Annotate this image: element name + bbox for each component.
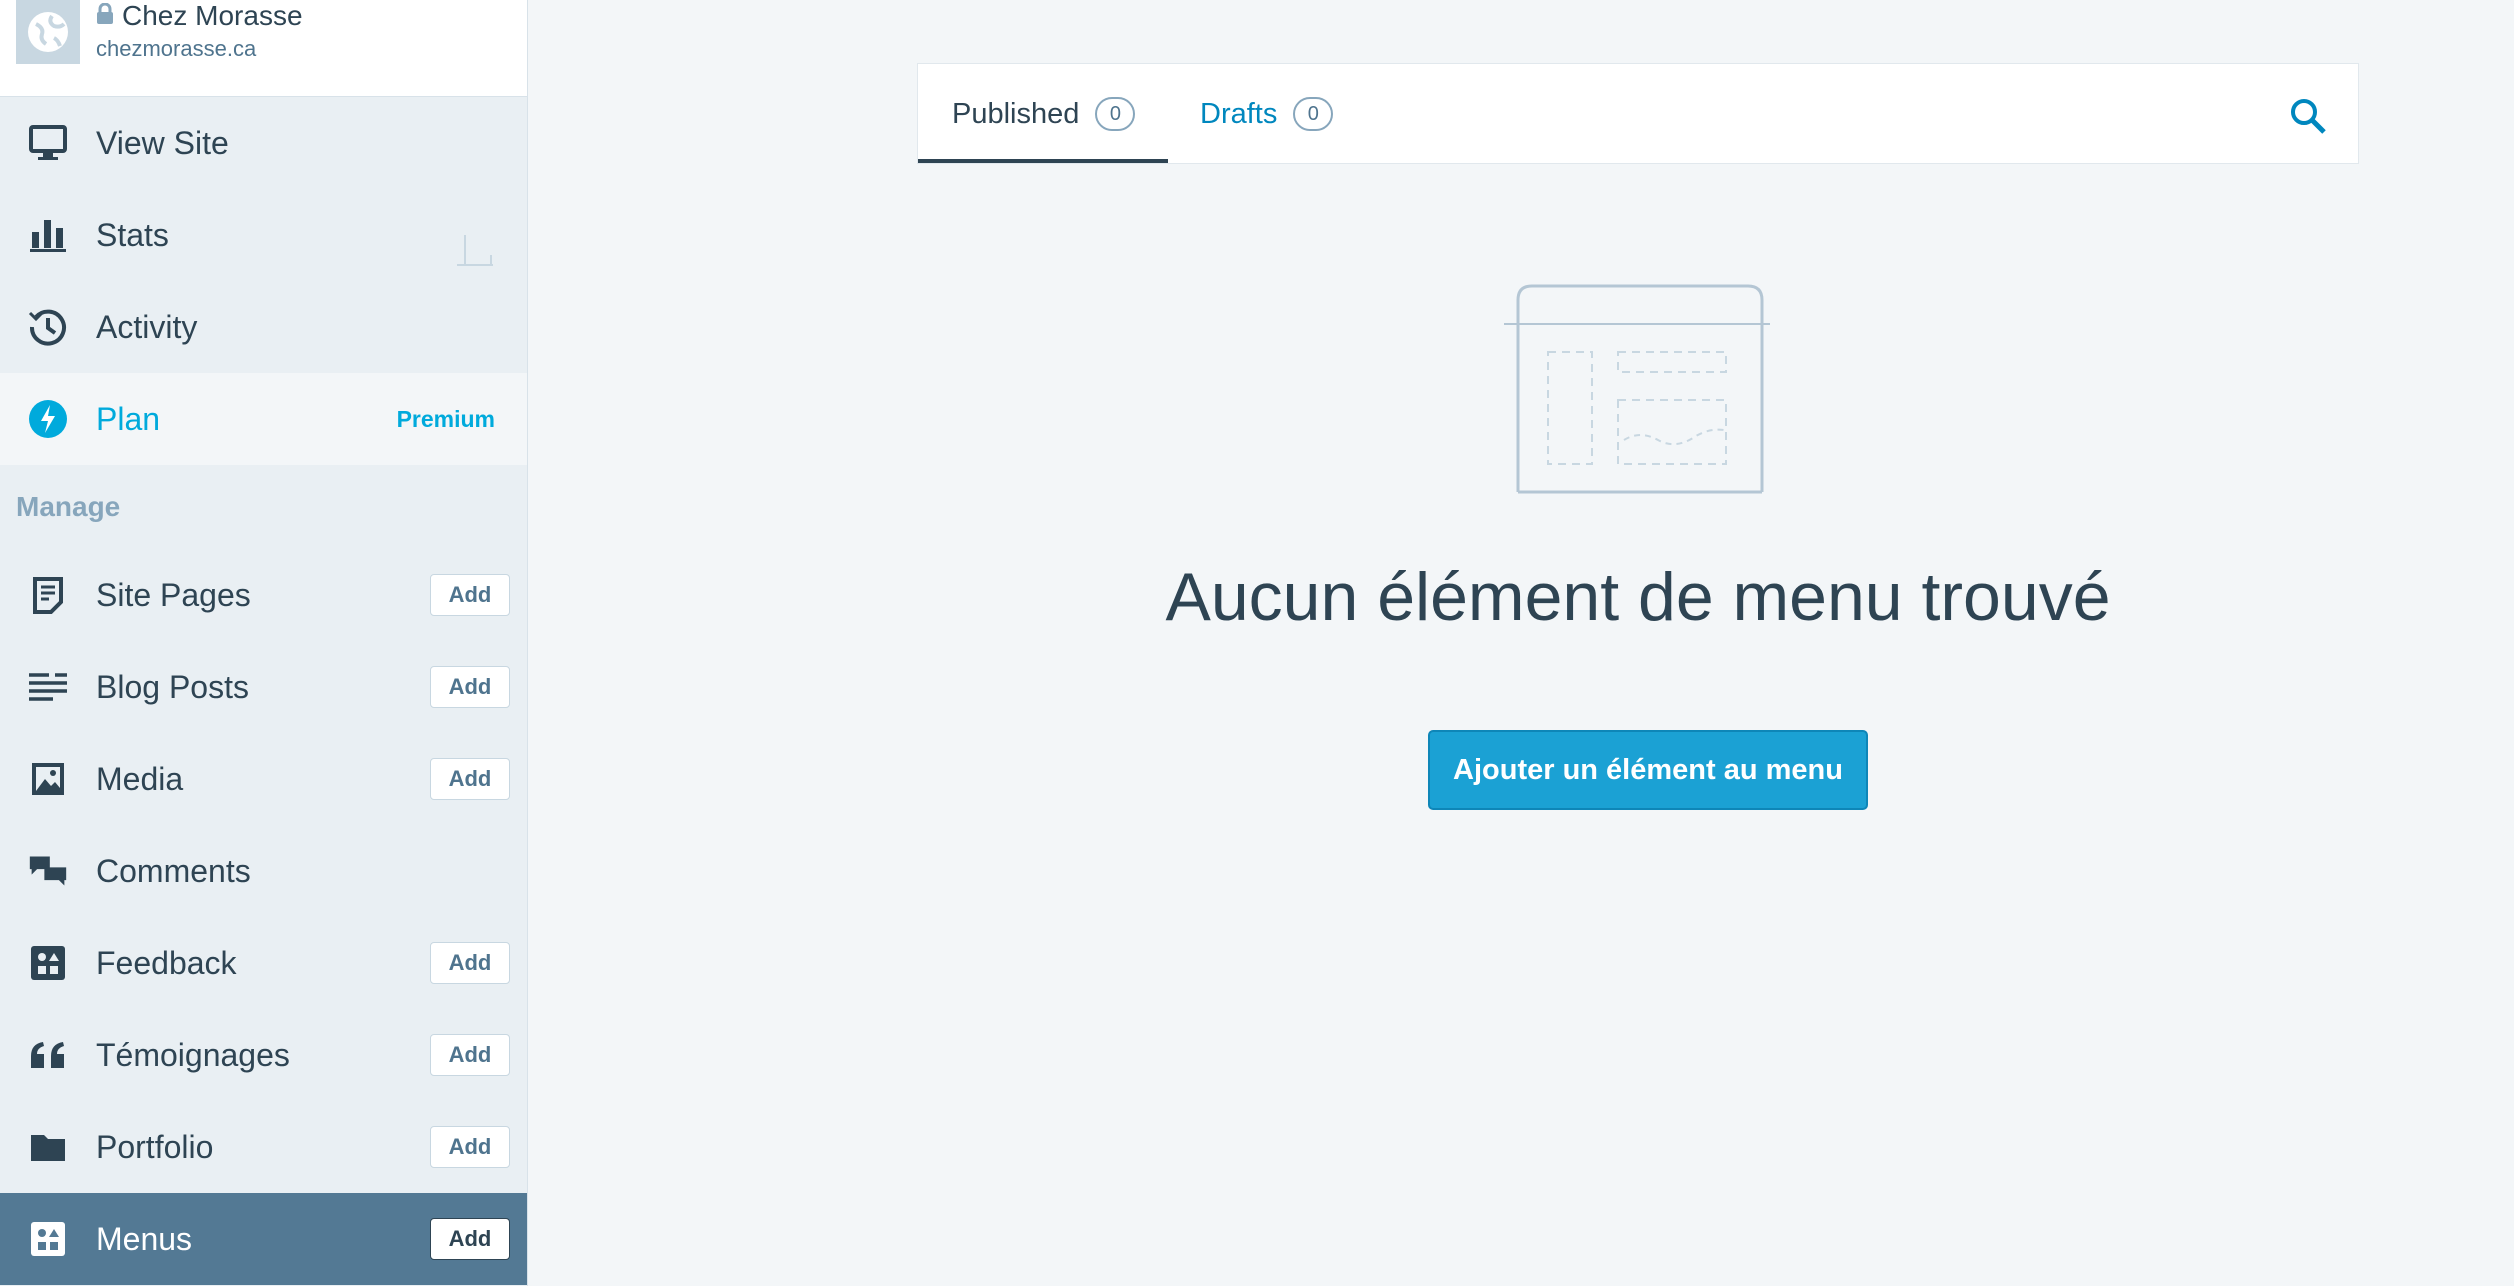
sparkline-icon: [455, 231, 495, 272]
sidebar-item-label: Media: [96, 760, 184, 797]
feedback-icon: [28, 943, 68, 983]
sidebar-item-label: Menus: [96, 1220, 193, 1257]
tab-count: 0: [1095, 97, 1136, 131]
add-testimonial-button[interactable]: Add: [430, 1034, 510, 1076]
sidebar-item-comments[interactable]: Comments: [0, 825, 527, 917]
quote-icon: [28, 1035, 68, 1075]
globe-icon: [16, 0, 80, 64]
folder-icon: [28, 1127, 68, 1167]
sidebar-item-view-site[interactable]: View Site: [0, 97, 527, 189]
add-page-button[interactable]: Add: [430, 574, 510, 616]
add-feedback-button[interactable]: Add: [430, 942, 510, 984]
sidebar-item-menus[interactable]: Menus Add: [0, 1193, 527, 1285]
tab-label: Drafts: [1200, 97, 1278, 130]
tab-published[interactable]: Published 0: [952, 64, 1136, 164]
sidebar-item-label: Témoignages: [96, 1036, 290, 1073]
sidebar: Chez Morasse chezmorasse.ca View Site St…: [0, 0, 528, 1286]
sidebar-item-blog-posts[interactable]: Blog Posts Add: [0, 641, 527, 733]
sidebar-item-label: Blog Posts: [96, 668, 249, 705]
sidebar-item-label: Plan: [96, 400, 161, 437]
tab-count: 0: [1293, 97, 1334, 131]
sidebar-item-label: Stats: [96, 216, 169, 253]
sidebar-item-temoignages[interactable]: Témoignages Add: [0, 1009, 527, 1101]
history-icon: [28, 307, 68, 347]
site-title: Chez Morasse: [96, 0, 303, 32]
site-url: chezmorasse.ca: [96, 36, 257, 61]
sidebar-item-portfolio[interactable]: Portfolio Add: [0, 1101, 527, 1193]
sidebar-item-stats[interactable]: Stats: [0, 189, 527, 281]
add-post-button[interactable]: Add: [430, 666, 510, 708]
sidebar-item-plan[interactable]: Plan Premium: [0, 373, 527, 465]
plan-badge: Premium: [396, 405, 495, 432]
sidebar-item-label: Activity: [96, 308, 198, 345]
empty-state-title: Aucun élément de menu trouvé: [1165, 559, 2111, 635]
sidebar-item-label: Feedback: [96, 944, 237, 981]
stats-icon: [28, 215, 68, 255]
menus-icon: [28, 1219, 68, 1259]
posts-icon: [28, 667, 68, 707]
add-menu-button[interactable]: Add: [430, 1218, 510, 1260]
lock-icon: [96, 0, 114, 32]
sidebar-item-feedback[interactable]: Feedback Add: [0, 917, 527, 1009]
pages-icon: [28, 575, 68, 615]
section-nav: Published 0 Drafts 0: [917, 63, 2359, 164]
image-icon: [28, 759, 68, 799]
sidebar-item-label: View Site: [96, 124, 229, 161]
add-menu-item-button[interactable]: Ajouter un élément au menu: [1428, 730, 1868, 810]
sidebar-item-activity[interactable]: Activity: [0, 281, 527, 373]
manage-heading: Manage: [16, 491, 121, 522]
search-icon[interactable]: [2288, 96, 2328, 141]
site-header[interactable]: Chez Morasse chezmorasse.ca: [0, 0, 527, 97]
add-portfolio-button[interactable]: Add: [430, 1126, 510, 1168]
plan-icon: [28, 399, 68, 439]
monitor-icon: [28, 123, 68, 163]
sidebar-item-label: Site Pages: [96, 576, 251, 613]
sidebar-item-media[interactable]: Media Add: [0, 733, 527, 825]
comments-icon: [28, 851, 68, 891]
sidebar-item-site-pages[interactable]: Site Pages Add: [0, 549, 527, 641]
site-title-text: Chez Morasse: [122, 0, 303, 31]
sidebar-item-label: Portfolio: [96, 1128, 214, 1165]
tab-label: Published: [952, 97, 1080, 130]
tab-drafts[interactable]: Drafts 0: [1200, 64, 1334, 164]
sidebar-item-label: Comments: [96, 852, 251, 889]
add-media-button[interactable]: Add: [430, 758, 510, 800]
empty-state-illustration: [1500, 280, 1780, 505]
active-tab-indicator: [918, 159, 1168, 163]
